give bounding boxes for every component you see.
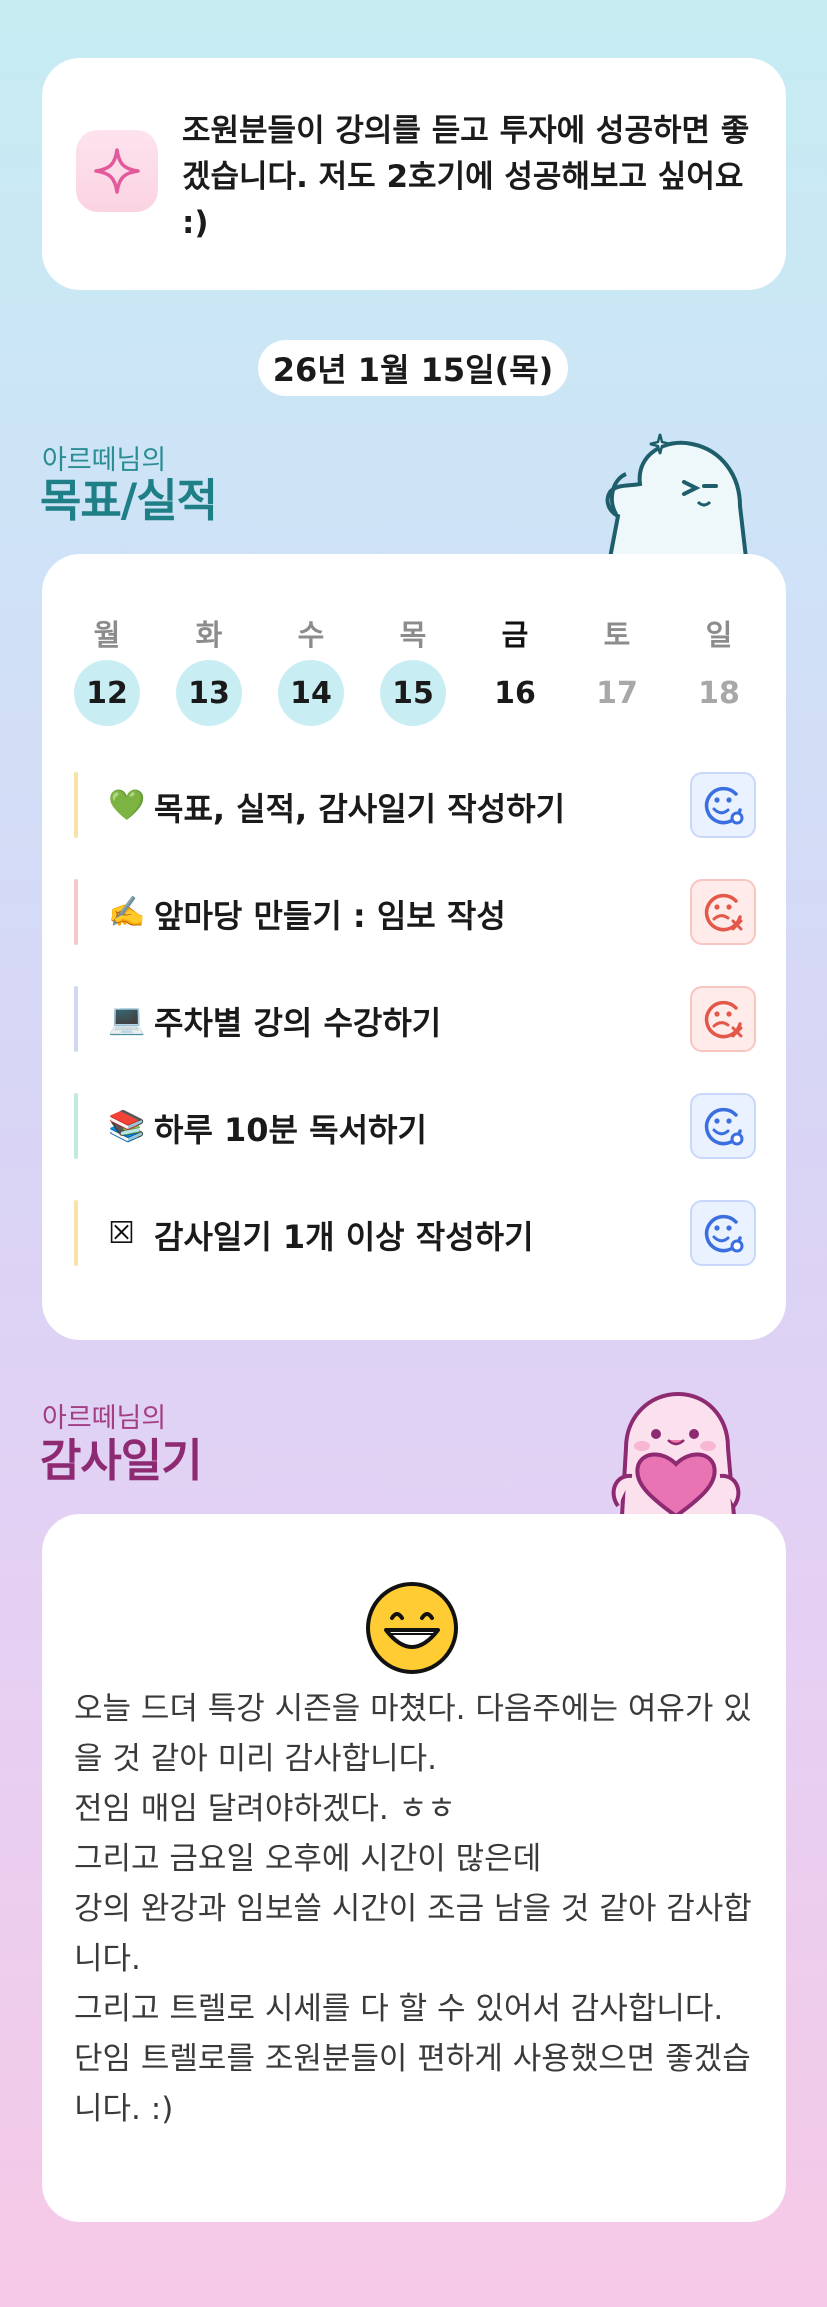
weekday-label: 일 [705,618,733,652]
task-label: 앞마당 만들기 : 임보 작성 [154,897,506,935]
weekday-label: 목 [399,618,427,652]
task-emoji-icon: ✍️ [108,895,146,930]
task-label: 감사일기 1개 이상 작성하기 [154,1218,534,1256]
day-number-18[interactable]: 18 [686,660,752,726]
gratitude-card: 오늘 드뎌 특강 시즌을 마쳤다. 다음주에는 여유가 있을 것 같아 미리 감… [42,1514,786,2222]
task-done-status-icon[interactable] [690,1093,756,1159]
task-accent-bar [74,879,78,945]
weekday-label: 수 [297,618,325,652]
task-accent-bar [74,1200,78,1266]
message-text: 조원분들이 강의를 듣고 투자에 성공하면 좋겠습니다. 저도 2호기에 성공해… [182,113,750,241]
message-card: 조원분들이 강의를 듣고 투자에 성공하면 좋겠습니다. 저도 2호기에 성공해… [42,58,786,290]
task-label: 주차별 강의 수강하기 [154,1004,442,1042]
task-emoji-icon: 📚 [108,1109,146,1144]
grinning-face-icon [366,1582,458,1674]
task-item[interactable]: 📚 하루 10분 독서하기 [74,1093,756,1159]
task-emoji-icon: 💻 [108,1002,146,1037]
task-item[interactable]: 💚 목표, 실적, 감사일기 작성하기 [74,772,756,838]
task-done-status-icon[interactable] [690,772,756,838]
heart-ghost-mascot-icon [611,1391,741,1516]
task-accent-bar [74,772,78,838]
day-number-14[interactable]: 14 [278,660,344,726]
task-label: 목표, 실적, 감사일기 작성하기 [154,790,566,828]
ghost-mascot-icon [605,433,749,558]
sparkle-icon [76,130,158,212]
task-accent-bar [74,986,78,1052]
goals-section-title: 목표/실적 [40,474,218,527]
weekday-label: 월 [93,618,121,652]
day-number-16[interactable]: 16 [482,660,548,726]
weekday-label: 화 [195,618,223,652]
task-emoji-icon: 💚 [108,788,146,823]
task-not-done-status-icon[interactable] [690,986,756,1052]
task-emoji-icon: ☒ [108,1216,135,1251]
gratitude-section-title: 감사일기 [40,1434,203,1487]
weekday-label: 금 [501,618,529,652]
task-not-done-status-icon[interactable] [690,879,756,945]
task-label: 하루 10분 독서하기 [154,1111,427,1149]
day-number-13[interactable]: 13 [176,660,242,726]
weekday-label: 토 [603,618,631,652]
day-number-15[interactable]: 15 [380,660,446,726]
gratitude-text: 오늘 드뎌 특강 시즌을 마쳤다. 다음주에는 여유가 있을 것 같아 미리 감… [74,1691,752,2127]
goals-card: 월 12 화 13 수 14 목 15 금 16 토 17 일 18 💚 목표, 실적, 감사일기 작성하기… [42,554,786,1340]
task-item[interactable]: 💻 주차별 강의 수강하기 [74,986,756,1052]
day-number-17[interactable]: 17 [584,660,650,726]
task-item[interactable]: ☒ 감사일기 1개 이상 작성하기 [74,1200,756,1266]
task-item[interactable]: ✍️ 앞마당 만들기 : 임보 작성 [74,879,756,945]
task-accent-bar [74,1093,78,1159]
task-done-status-icon[interactable] [690,1200,756,1266]
date-label: 26년 1월 15일(목) [258,340,568,396]
day-number-12[interactable]: 12 [74,660,140,726]
